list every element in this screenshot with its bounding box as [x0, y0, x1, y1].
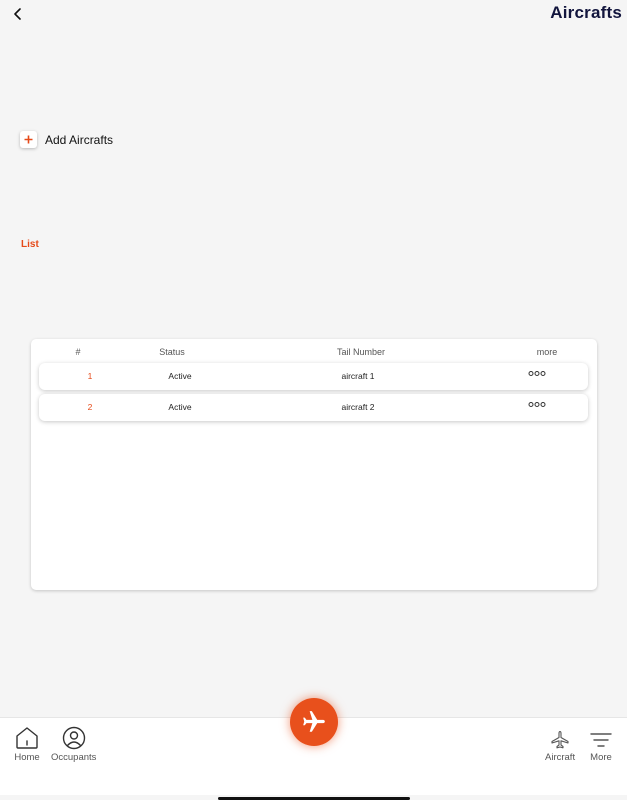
back-chevron-icon [14, 8, 21, 20]
nav-aircraft-label: Aircraft [545, 752, 576, 763]
home-icon [16, 727, 38, 749]
table-row[interactable]: 1 Active aircraft 1 [39, 363, 588, 390]
row-status: Active [168, 371, 192, 381]
nav-occupants[interactable]: Occupants [51, 726, 96, 763]
airplane-icon [551, 730, 569, 749]
table-header: # Status Tail Number more [31, 347, 597, 361]
nav-more[interactable]: More [590, 730, 612, 763]
back-button[interactable] [8, 4, 28, 24]
user-circle-icon [62, 726, 85, 750]
nav-aircraft[interactable]: Aircraft [545, 730, 575, 763]
add-aircraft-label: Add Aircrafts [45, 132, 114, 147]
menu-lines-icon [590, 733, 612, 747]
row-index: 2 [87, 402, 93, 412]
more-dots-icon[interactable] [528, 371, 546, 376]
row-status: Active [168, 402, 192, 412]
list-section-label: List [21, 239, 39, 250]
aircraft-fab-button[interactable] [290, 698, 338, 746]
table-row[interactable]: 2 Active aircraft 2 [39, 394, 588, 421]
column-header-more: more [536, 347, 558, 357]
add-aircraft-button[interactable]: Add Aircrafts [20, 131, 113, 148]
row-index: 1 [87, 371, 93, 381]
more-dots-icon[interactable] [528, 402, 546, 407]
row-tail-number: aircraft 2 [341, 402, 375, 412]
plus-icon [24, 135, 33, 144]
column-header-status: Status [159, 347, 185, 357]
column-header-tail-number: Tail Number [336, 347, 386, 357]
nav-home[interactable]: Home [14, 726, 40, 763]
airplane-icon [303, 711, 325, 732]
aircraft-table: # Status Tail Number more 1 Active aircr… [31, 339, 597, 590]
row-tail-number: aircraft 1 [341, 371, 375, 381]
page-title: Aircrafts [550, 3, 622, 22]
column-header-index: # [75, 347, 81, 357]
nav-occupants-label: Occupants [51, 752, 97, 763]
nav-more-label: More [590, 752, 612, 763]
nav-home-label: Home [14, 752, 40, 763]
add-box[interactable] [20, 131, 37, 148]
